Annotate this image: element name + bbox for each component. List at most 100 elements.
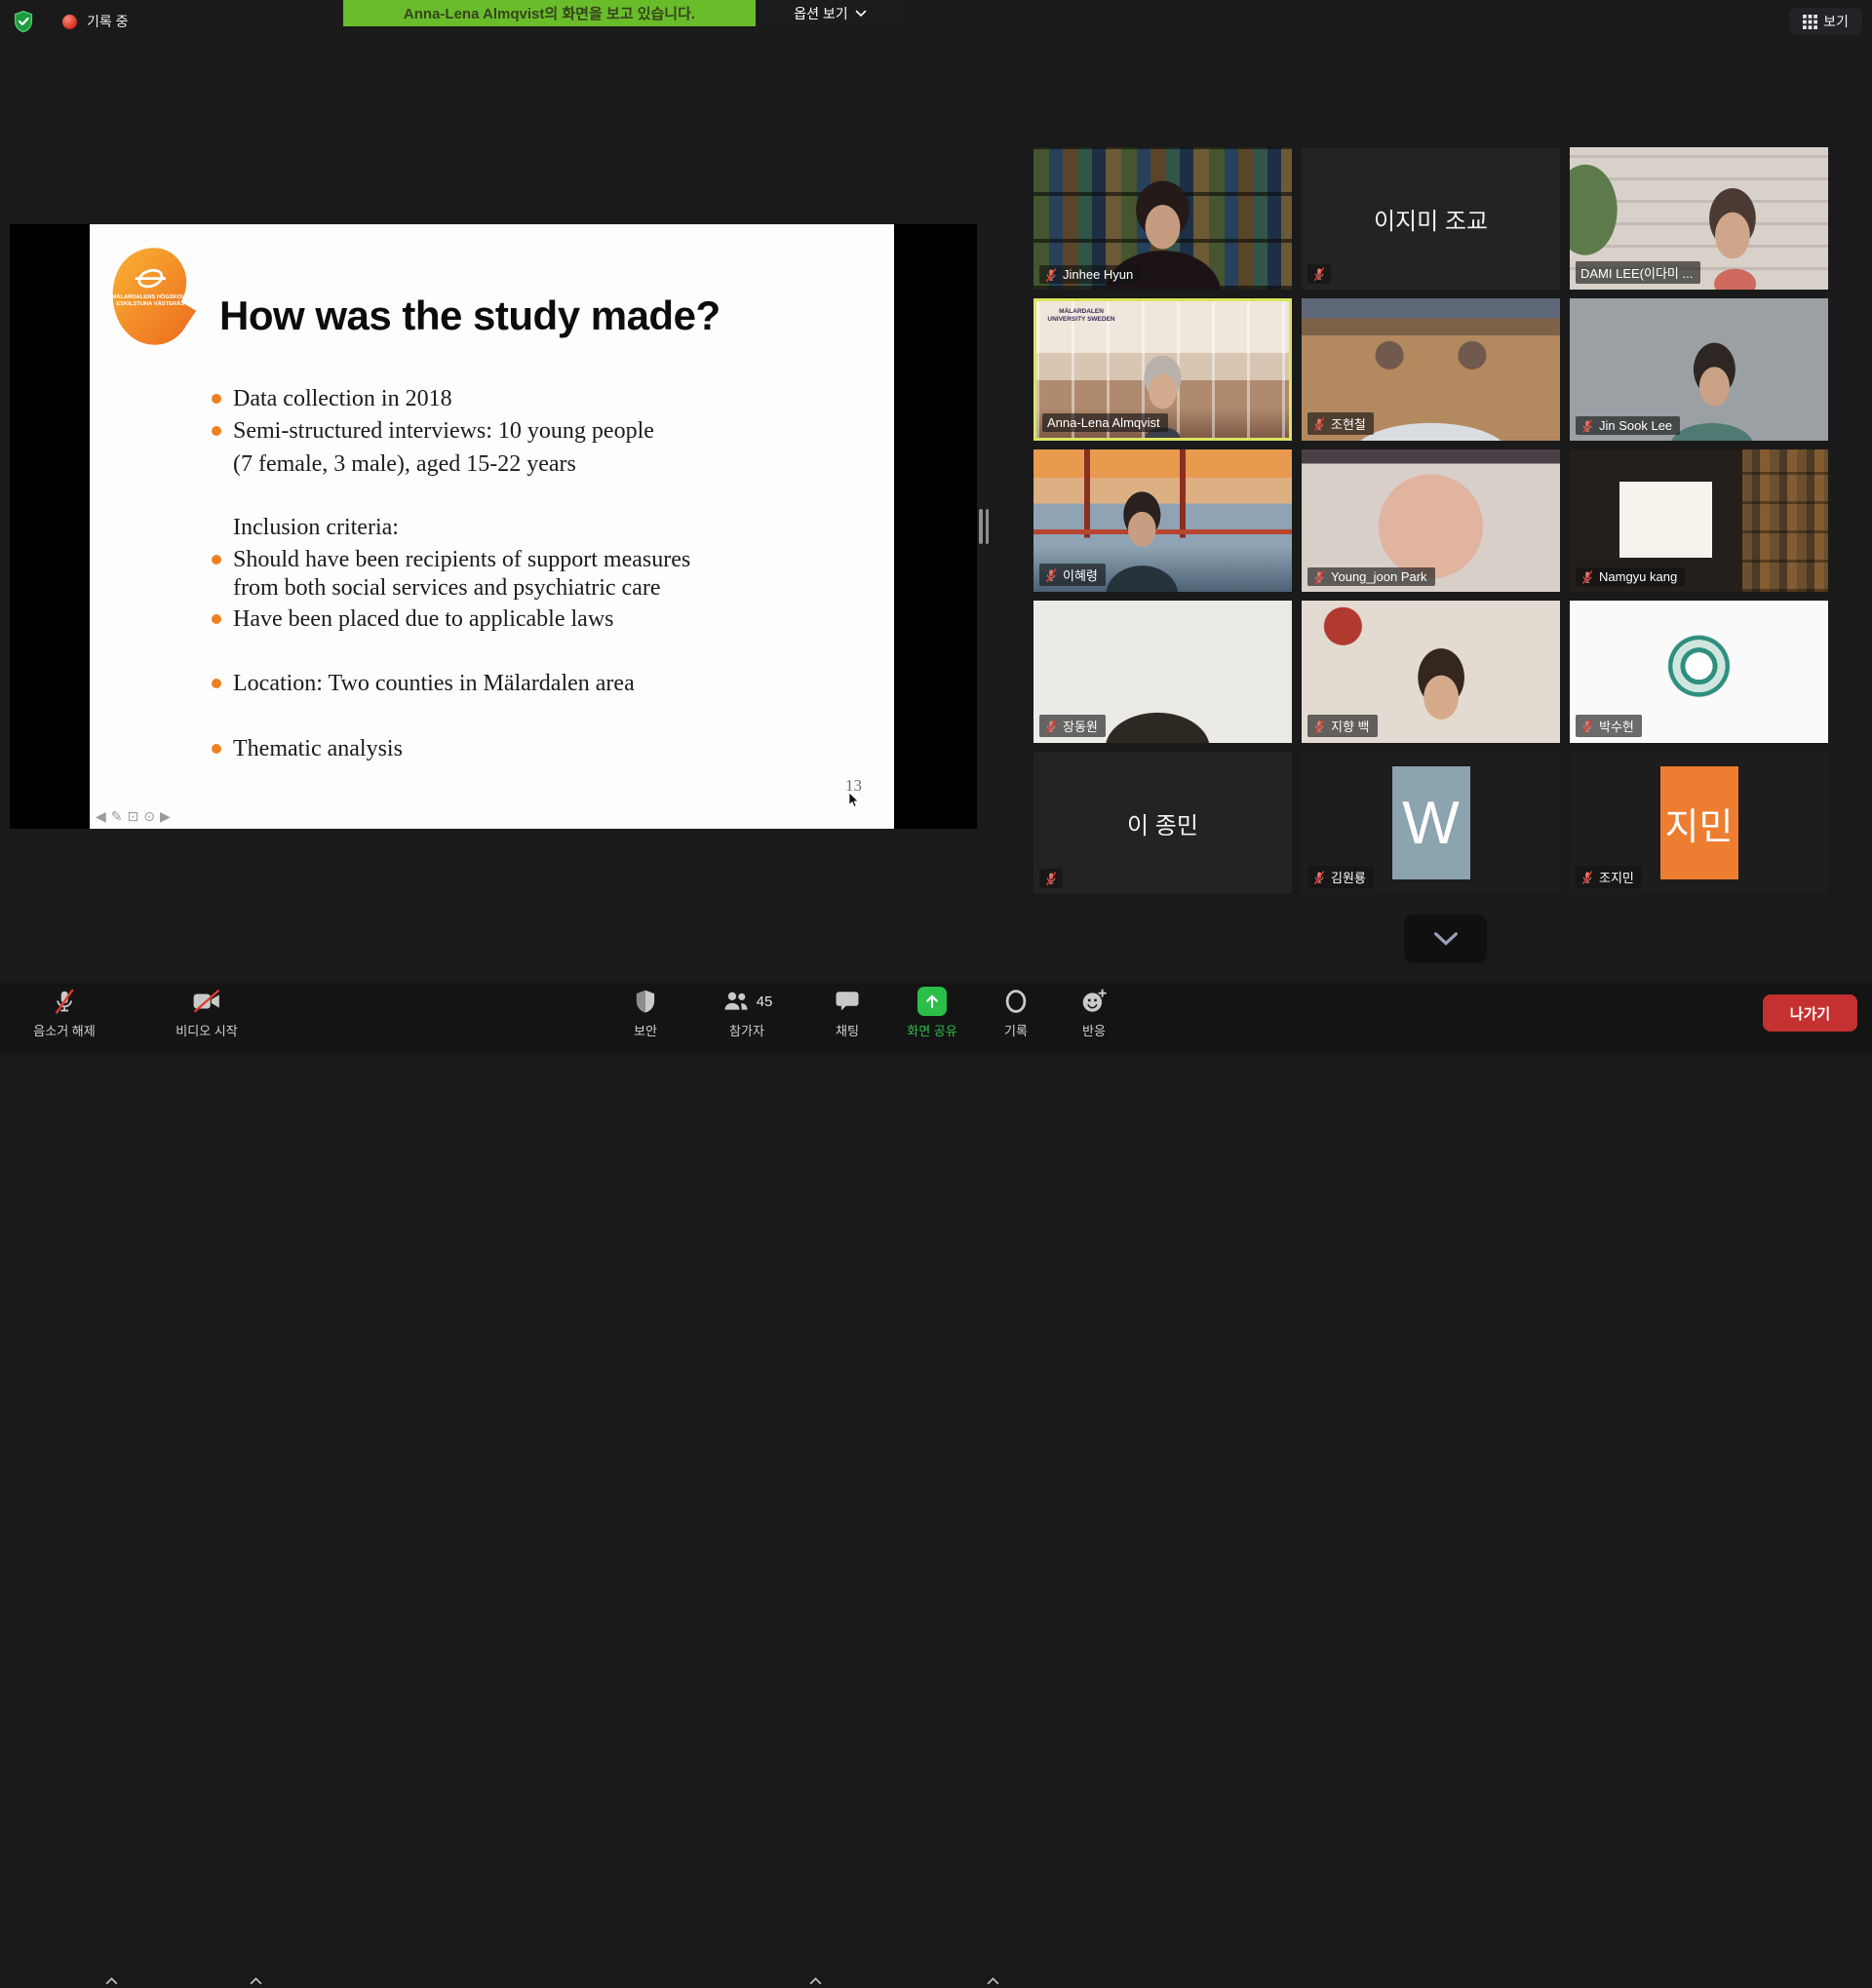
- chevron-up-icon: [250, 1976, 262, 1985]
- participant-name: 이혜령: [1063, 565, 1098, 584]
- participants-button[interactable]: 45 참가자: [698, 986, 796, 1050]
- bullet-text: Data collection in 2018: [233, 386, 452, 411]
- slide-prev-icon[interactable]: ◀: [96, 809, 106, 823]
- bullet-text: Location: Two counties in Mälardalen are…: [233, 671, 635, 696]
- bullet-text: Have been placed due to applicable laws: [233, 606, 614, 632]
- participant-tile[interactable]: 박수현: [1570, 601, 1828, 743]
- share-screen-icon: [917, 987, 947, 1016]
- participant-tile[interactable]: 이혜령: [1034, 449, 1292, 592]
- presentation-controls: ◀ ✎ ⊡ ⊙ ▶: [96, 809, 171, 823]
- logo-text-line2: ESKILSTUNA VÄSTERÅS: [116, 300, 184, 307]
- muted-mic-icon: [1580, 871, 1594, 884]
- presentation-slide: MÄLARDALENS HÖGSKOLA ESKILSTUNA VÄSTERÅS…: [90, 224, 894, 829]
- muted-mic-icon: [1044, 568, 1058, 582]
- slide-bullet-line: (7 female, 3 male), aged 15-22 years: [233, 450, 740, 479]
- unmute-label: 음소거 해제: [33, 1021, 95, 1039]
- start-video-button[interactable]: 비디오 시작: [156, 986, 257, 1050]
- slide-page-number: 13: [823, 776, 862, 796]
- participant-name-tag: DAMI LEE(이다미 ...: [1576, 261, 1700, 284]
- mute-options-caret[interactable]: [105, 1973, 118, 1988]
- bullet-text: Should have been recipients of support m…: [233, 547, 690, 601]
- participant-tile[interactable]: W 김원룡: [1302, 752, 1560, 894]
- muted-mic-icon: [1044, 872, 1058, 885]
- participant-tile[interactable]: DAMI LEE(이다미 ...: [1570, 147, 1828, 290]
- bullet-dot: [212, 744, 221, 754]
- muted-mic-icon: [1312, 570, 1326, 584]
- participant-name: 장동원: [1063, 717, 1098, 735]
- muted-mic-icon: [1044, 268, 1058, 282]
- participant-name: Jin Sook Lee: [1599, 418, 1672, 433]
- slide-bullet-line: Inclusion criteria:: [233, 514, 740, 542]
- participant-tile[interactable]: Jin Sook Lee: [1570, 298, 1828, 441]
- share-screen-button[interactable]: 화면 공유: [883, 986, 981, 1050]
- muted-mic-icon: [1580, 720, 1594, 733]
- participant-tile[interactable]: MÄLARDALEN UNIVERSITY SWEDENAnna-Lena Al…: [1034, 298, 1292, 441]
- participant-tile[interactable]: 이 종민: [1034, 752, 1292, 894]
- gallery-collapse-button[interactable]: [1404, 915, 1487, 963]
- zoom-meeting-window: 기록 중 Anna-Lena Almqvist의 화면을 보고 있습니다. 옵션…: [0, 0, 1872, 1053]
- video-options-caret[interactable]: [250, 1973, 262, 1988]
- muted-mic-icon: [52, 989, 77, 1014]
- bullet-dot: [212, 614, 221, 624]
- chat-bubble-icon: [835, 989, 860, 1014]
- security-shield-icon: [633, 989, 658, 1014]
- participant-tile[interactable]: Young_joon Park: [1302, 449, 1560, 592]
- slide-bullet-line: Thematic analysis: [233, 735, 740, 763]
- record-button[interactable]: 기록: [972, 986, 1060, 1050]
- chevron-up-icon: [105, 1976, 118, 1985]
- participant-name-tag: 김원룡: [1307, 866, 1374, 888]
- slide-overview-icon[interactable]: ⊡: [128, 809, 139, 823]
- muted-mic-icon: [1312, 267, 1326, 281]
- bullet-dot: [212, 394, 221, 404]
- chat-button[interactable]: 채팅: [803, 986, 891, 1050]
- participant-name: Anna-Lena Almqvist: [1047, 415, 1160, 430]
- unmute-button[interactable]: 음소거 해제: [14, 986, 115, 1050]
- slide-more-icon[interactable]: ⊙: [143, 809, 155, 823]
- record-label: 기록: [1004, 1021, 1028, 1039]
- bullet-text: Thematic analysis: [233, 736, 403, 761]
- participant-tile[interactable]: 이지미 조교: [1302, 147, 1560, 290]
- participant-tile[interactable]: 지향 백: [1302, 601, 1560, 743]
- annotate-pen-icon[interactable]: ✎: [111, 809, 123, 823]
- panel-resize-handle[interactable]: [979, 509, 990, 544]
- participant-name: Young_joon Park: [1331, 569, 1427, 584]
- participant-name-tag: Jin Sook Lee: [1576, 416, 1680, 435]
- participant-name-tag: 장동원: [1039, 715, 1106, 737]
- participant-tile[interactable]: 지민 조지민: [1570, 752, 1828, 894]
- participant-avatar: W: [1392, 766, 1470, 879]
- participant-avatar: 지민: [1660, 766, 1738, 879]
- security-label: 보안: [634, 1021, 657, 1039]
- slide-title: How was the study made?: [219, 292, 721, 339]
- reactions-label: 반응: [1082, 1021, 1106, 1039]
- participant-name-tag: 조지민: [1576, 866, 1642, 888]
- participant-tile[interactable]: Namgyu kang: [1570, 449, 1828, 592]
- view-options-label: 옵션 보기: [794, 4, 847, 23]
- view-options-button[interactable]: 옵션 보기: [756, 0, 905, 26]
- security-button[interactable]: 보안: [602, 986, 689, 1050]
- slide-bullet-line: Have been placed due to applicable laws: [233, 605, 740, 634]
- participant-name: Jinhee Hyun: [1063, 267, 1133, 282]
- participant-tile[interactable]: 조현철: [1302, 298, 1560, 441]
- grid-view-icon: [1803, 15, 1817, 29]
- bullet-dot: [212, 426, 221, 436]
- chevron-up-icon: [809, 1976, 822, 1985]
- reactions-button[interactable]: 반응: [1050, 986, 1138, 1050]
- video-off-icon: [192, 990, 221, 1013]
- screen-share-banner: Anna-Lena Almqvist의 화면을 보고 있습니다.: [343, 0, 756, 26]
- recording-indicator: 기록 중: [12, 10, 129, 33]
- participant-name-tag: Young_joon Park: [1307, 567, 1435, 586]
- participant-name-tag: 이혜령: [1039, 564, 1106, 586]
- shared-screen-area: MÄLARDALENS HÖGSKOLA ESKILSTUNA VÄSTERÅS…: [10, 224, 977, 829]
- muted-mic-icon: [1580, 570, 1594, 584]
- slide-next-icon[interactable]: ▶: [160, 809, 171, 823]
- chevron-down-icon: [1433, 931, 1459, 947]
- participants-caret[interactable]: [809, 1973, 822, 1988]
- view-layout-button[interactable]: 보기: [1789, 8, 1862, 35]
- slide-bullet-line: Data collection in 2018: [233, 385, 740, 413]
- leave-meeting-button[interactable]: 나가기: [1763, 994, 1857, 1032]
- participant-name: DAMI LEE(이다미 ...: [1580, 263, 1693, 282]
- participant-tile[interactable]: 장동원: [1034, 601, 1292, 743]
- participant-tile[interactable]: Jinhee Hyun: [1034, 147, 1292, 290]
- bullet-dot: [212, 555, 221, 565]
- share-options-caret[interactable]: [987, 1973, 999, 1988]
